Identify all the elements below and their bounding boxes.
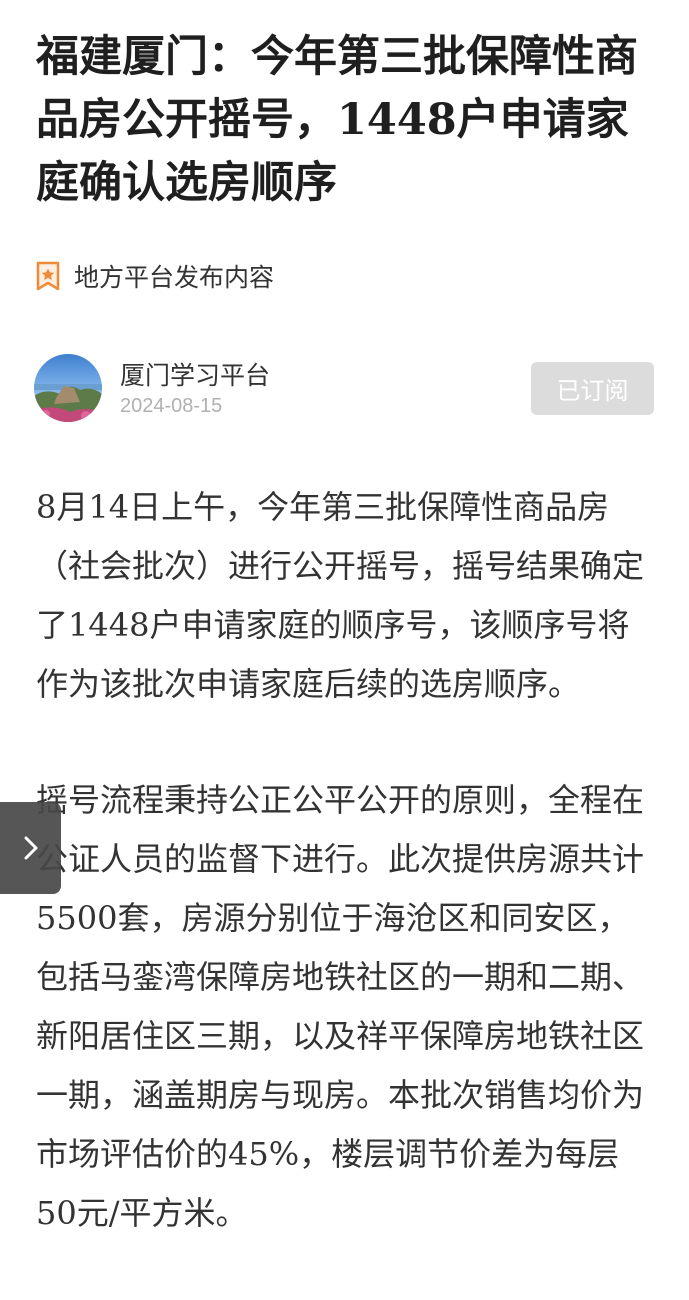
article-paragraph: 8月14日上午，今年第三批保障性商品房（社会批次）进行公开摇号，摇号结果确定了1…: [36, 488, 645, 703]
avatar[interactable]: [34, 354, 102, 422]
article-body: 8月14日上午，今年第三批保障性商品房（社会批次）进行公开摇号，摇号结果确定了1…: [36, 478, 654, 1300]
source-tag: 地方平台发布内容: [36, 258, 274, 294]
article-paragraph: 摇号流程秉持公正公平公开的原则，全程在公证人员的监督下进行。此次提供房源共计55…: [36, 781, 645, 1232]
side-expand-tab[interactable]: [0, 802, 61, 894]
publish-date: 2024-08-15: [120, 395, 223, 417]
source-label: 地方平台发布内容: [74, 263, 275, 292]
author-name[interactable]: 厦门学习平台: [120, 356, 270, 392]
subscribe-button[interactable]: 已订阅: [531, 362, 654, 415]
chevron-right-icon: [24, 836, 37, 860]
article-title: 福建厦门：今年第三批保障性商品房公开摇号，1448户申请家庭确认选房顺序: [36, 32, 638, 208]
author-row: 厦门学习平台 2024-08-15 已订阅: [34, 354, 654, 424]
star-badge-icon: [36, 261, 60, 291]
